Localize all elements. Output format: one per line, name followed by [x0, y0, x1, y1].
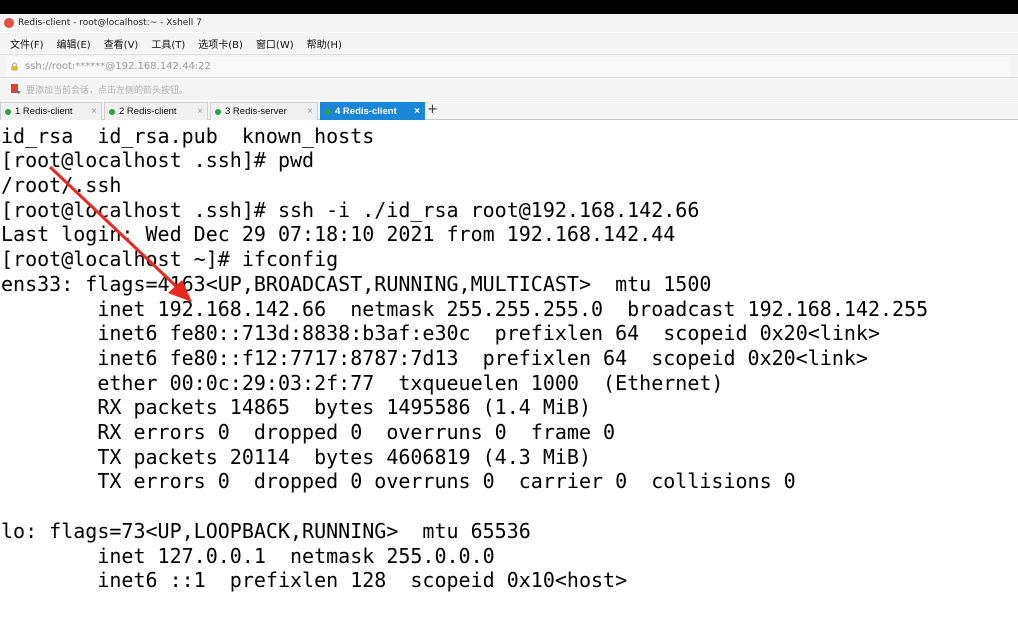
terminal-line: inet6 fe80::f12:7717:8787:7d13 prefixlen… [1, 346, 868, 370]
address-bar: ssh://root:******@192.168.142.44:22 [0, 54, 1018, 78]
terminal-line: Last login: Wed Dec 29 07:18:10 2021 fro… [1, 222, 675, 246]
terminal-line: id_rsa id_rsa.pub known_hosts [1, 124, 374, 148]
tab-label: 3 Redis-server [225, 106, 307, 117]
tab-label: 1 Redis-client [15, 106, 91, 117]
terminal-line: inet 192.168.142.66 netmask 255.255.255.… [1, 297, 928, 321]
add-tab-button[interactable]: + [427, 103, 438, 117]
tab-bar: 1 Redis-client × 2 Redis-client × 3 Redi… [0, 101, 1018, 120]
terminal-line: inet 127.0.0.1 netmask 255.0.0.0 [1, 544, 495, 568]
tab-1-redis-client[interactable]: 1 Redis-client × [0, 102, 102, 120]
terminal-line: [root@localhost .ssh]# ssh -i ./id_rsa r… [1, 198, 699, 222]
session-hint-bar: 要添加当前会话，点击左侧的箭头按钮。 [0, 78, 1018, 100]
lock-icon [10, 62, 19, 71]
session-status-icon [5, 109, 11, 115]
bookmark-arrow-icon[interactable] [10, 83, 22, 95]
menu-window[interactable]: 窗口(W) [256, 36, 294, 51]
menu-file[interactable]: 文件(F) [10, 36, 44, 51]
terminal-line: [root@localhost .ssh]# pwd [1, 148, 314, 172]
menu-tabs[interactable]: 选项卡(B) [198, 36, 243, 51]
menu-tools[interactable]: 工具(T) [151, 36, 185, 51]
window-title: Redis-client - root@localhost:~ - Xshell… [18, 18, 202, 28]
address-text: ssh://root:******@192.168.142.44:22 [25, 61, 211, 72]
terminal-line: inet6 ::1 prefixlen 128 scopeid 0x10<hos… [1, 568, 627, 592]
menu-help[interactable]: 帮助(H) [307, 36, 342, 51]
terminal-line: ether 00:0c:29:03:2f:77 txqueuelen 1000 … [1, 371, 723, 395]
terminal-area[interactable]: id_rsa id_rsa.pub known_hosts [root@loca… [0, 124, 1018, 617]
title-bar: Redis-client - root@localhost:~ - Xshell… [0, 14, 1018, 32]
terminal-line: /root/.ssh [1, 173, 121, 197]
terminal-line: ens33: flags=4163<UP,BROADCAST,RUNNING,M… [1, 272, 711, 296]
session-hint-text: 要添加当前会话，点击左侧的箭头按钮。 [26, 83, 188, 96]
terminal-line: TX errors 0 dropped 0 overruns 0 carrier… [1, 469, 796, 493]
terminal-line: inet6 fe80::713d:8838:b3af:e30c prefixle… [1, 321, 880, 345]
session-status-icon [215, 109, 221, 115]
top-black-strip [0, 0, 1018, 14]
tab-2-redis-client[interactable]: 2 Redis-client × [104, 102, 208, 120]
menu-edit[interactable]: 编辑(E) [57, 36, 91, 51]
session-status-icon [109, 109, 115, 115]
terminal-line: TX packets 20114 bytes 4606819 (4.3 MiB) [1, 445, 591, 469]
tab-4-redis-client[interactable]: 4 Redis-client × [320, 102, 425, 120]
terminal-line: [root@localhost ~]# ifconfig [1, 247, 338, 271]
tab-label: 4 Redis-client [335, 106, 414, 117]
terminal-line: RX errors 0 dropped 0 overruns 0 frame 0 [1, 420, 615, 444]
menu-bar: 文件(F) 编辑(E) 查看(V) 工具(T) 选项卡(B) 窗口(W) 帮助(… [0, 33, 1018, 53]
tab-3-redis-server[interactable]: 3 Redis-server × [210, 102, 318, 120]
terminal-line: lo: flags=73<UP,LOOPBACK,RUNNING> mtu 65… [1, 519, 531, 543]
close-icon[interactable]: × [91, 106, 97, 117]
address-field[interactable]: ssh://root:******@192.168.142.44:22 [6, 57, 1010, 75]
xshell-logo-icon [4, 18, 14, 28]
session-status-icon [325, 109, 331, 115]
tab-label: 2 Redis-client [119, 106, 197, 117]
terminal-line: RX packets 14865 bytes 1495586 (1.4 MiB) [1, 395, 591, 419]
close-icon[interactable]: × [307, 106, 313, 117]
close-icon[interactable]: × [414, 106, 420, 117]
menu-view[interactable]: 查看(V) [104, 36, 139, 51]
close-icon[interactable]: × [197, 106, 203, 117]
